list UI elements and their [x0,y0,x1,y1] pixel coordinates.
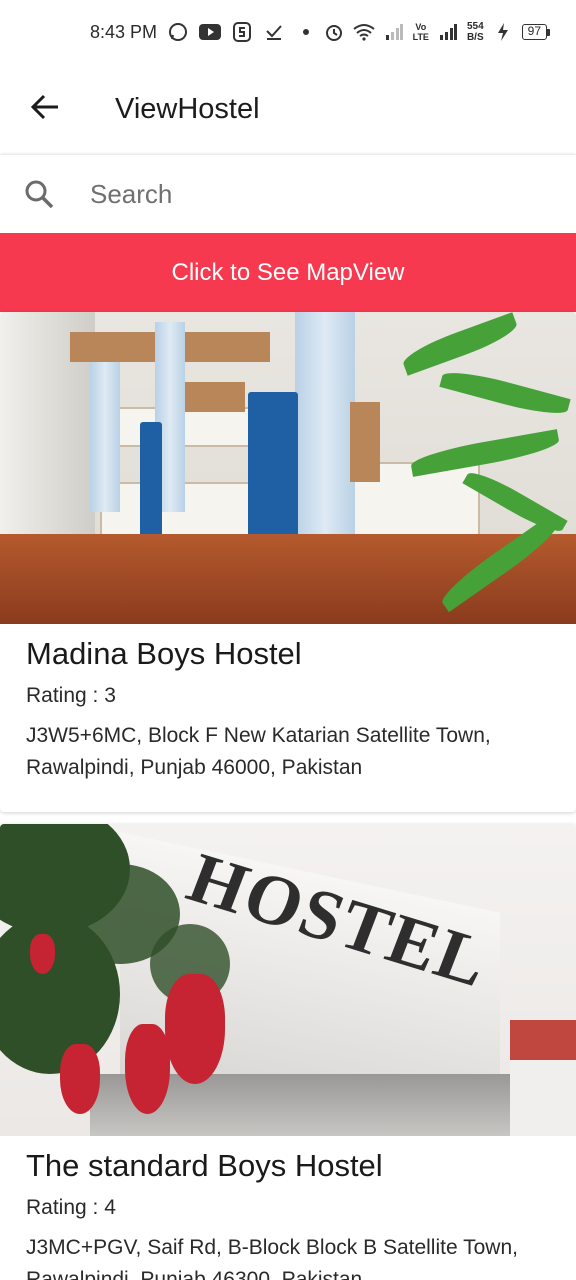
volte-indicator: Vo LTE [412,22,429,42]
status-bar: 8:43 PM Vo LTE 554 B/S 97 [0,0,576,64]
notification-dot-icon [295,21,317,43]
hostel-rating: Rating : 3 [26,684,116,707]
hostel-address: J3W5+6MC, Block F New Katarian Satellite… [26,724,491,779]
search-icon[interactable] [0,155,78,233]
youtube-icon [199,21,222,43]
hostel-rating: Rating : 4 [26,1196,116,1219]
network-speed: 554 B/S [466,21,484,43]
app-s-icon [231,21,253,43]
status-time: 8:43 PM [90,21,158,42]
search-input[interactable] [90,178,530,210]
charging-icon [492,21,514,43]
battery-icon: 97 [521,24,550,40]
whatsapp-icon [167,21,189,43]
map-view-button[interactable]: Click to See MapView [0,233,576,312]
hostel-image: HOSTEL [0,824,576,1136]
hostel-card[interactable]: HOSTEL The standard Boys Hostel Rating :… [0,824,576,1280]
hostel-name: The standard Boys Hostel [26,1148,383,1183]
hostel-image [0,312,576,624]
battery-level: 97 [521,24,547,40]
wifi-icon [352,21,375,43]
download-done-icon [263,21,285,43]
hostel-name: Madina Boys Hostel [26,636,302,671]
search-bar [0,155,576,233]
signal-weak-icon [383,21,405,43]
arrow-left-icon [30,94,60,125]
page-title: ViewHostel [115,92,260,125]
app-bar: ViewHostel [0,64,576,154]
hostel-address: J3MC+PGV, Saif Rd, B-Block Block B Satel… [26,1236,518,1280]
back-button[interactable] [0,64,90,154]
hostel-card[interactable]: Madina Boys Hostel Rating : 3 J3W5+6MC, … [0,312,576,812]
alarm-icon [323,21,345,43]
signal-icon [437,21,459,43]
